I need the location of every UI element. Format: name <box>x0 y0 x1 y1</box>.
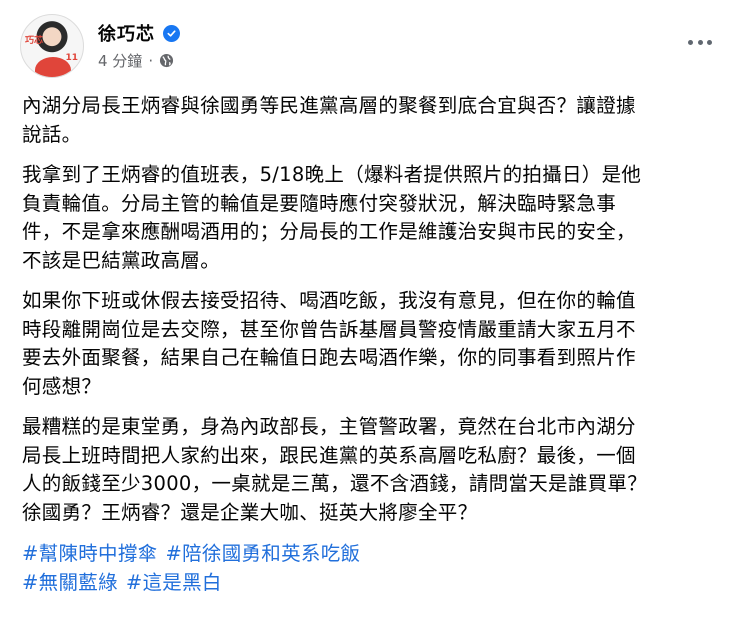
post-timestamp[interactable]: 4 分鐘 <box>98 50 142 71</box>
post-paragraph: 最糟糕的是東堂勇，身為內政部長，主管警政署，竟然在台北市內湖分 局長上班時間把人… <box>22 415 648 524</box>
hashtag-link[interactable]: #幫陳時中撐傘 <box>22 542 157 565</box>
post-header: 巧芯 11 徐巧芯 4 分鐘 · <box>20 14 730 84</box>
avatar-figure <box>35 57 71 77</box>
hashtag-line: #幫陳時中撐傘 #陪徐國勇和英系吃飯 <box>22 539 728 568</box>
dot-icon <box>688 39 693 45</box>
author-avatar[interactable]: 巧芯 11 <box>20 14 84 78</box>
hashtag-link[interactable]: #陪徐國勇和英系吃飯 <box>165 542 360 565</box>
globe-icon[interactable] <box>159 53 174 68</box>
hashtag-line: #無關藍綠 #這是黑白 <box>22 568 728 597</box>
post-body: 內湖分局長王炳睿與徐國勇等民進黨高層的聚餐到底合宜與否？讓證據 說話。 我拿到了… <box>22 92 728 597</box>
hashtag-link[interactable]: #無關藍綠 <box>22 571 118 594</box>
author-row: 徐巧芯 <box>98 20 180 46</box>
avatar-mark-text: 巧芯 <box>25 36 44 46</box>
post-paragraph: 我拿到了王炳睿的值班表，5/18晚上（爆料者提供照片的拍攝日）是他 負責輪值。分… <box>22 163 642 272</box>
dot-icon <box>707 39 712 45</box>
more-options-button[interactable] <box>682 30 718 54</box>
author-name[interactable]: 徐巧芯 <box>98 20 155 46</box>
post-paragraph: 內湖分局長王炳睿與徐國勇等民進黨高層的聚餐到底合宜與否？讓證據 說話。 <box>22 94 636 146</box>
meta-separator: · <box>148 51 154 70</box>
verified-badge-icon <box>163 24 180 42</box>
dot-icon <box>697 39 703 45</box>
post-paragraph: 如果你下班或休假去接受招待、喝酒吃飯，我沒有意見，但在你的輪值 時段離開崗位是去… <box>22 289 636 398</box>
post-meta: 4 分鐘 · <box>98 50 174 71</box>
hashtag-list: #幫陳時中撐傘 #陪徐國勇和英系吃飯 #無關藍綠 #這是黑白 <box>22 539 728 597</box>
hashtag-link[interactable]: #這是黑白 <box>126 571 222 594</box>
facebook-post-card: 巧芯 11 徐巧芯 4 分鐘 · 內湖分局長王炳睿與徐國勇等民進黨高層的聚餐到底… <box>0 0 750 637</box>
